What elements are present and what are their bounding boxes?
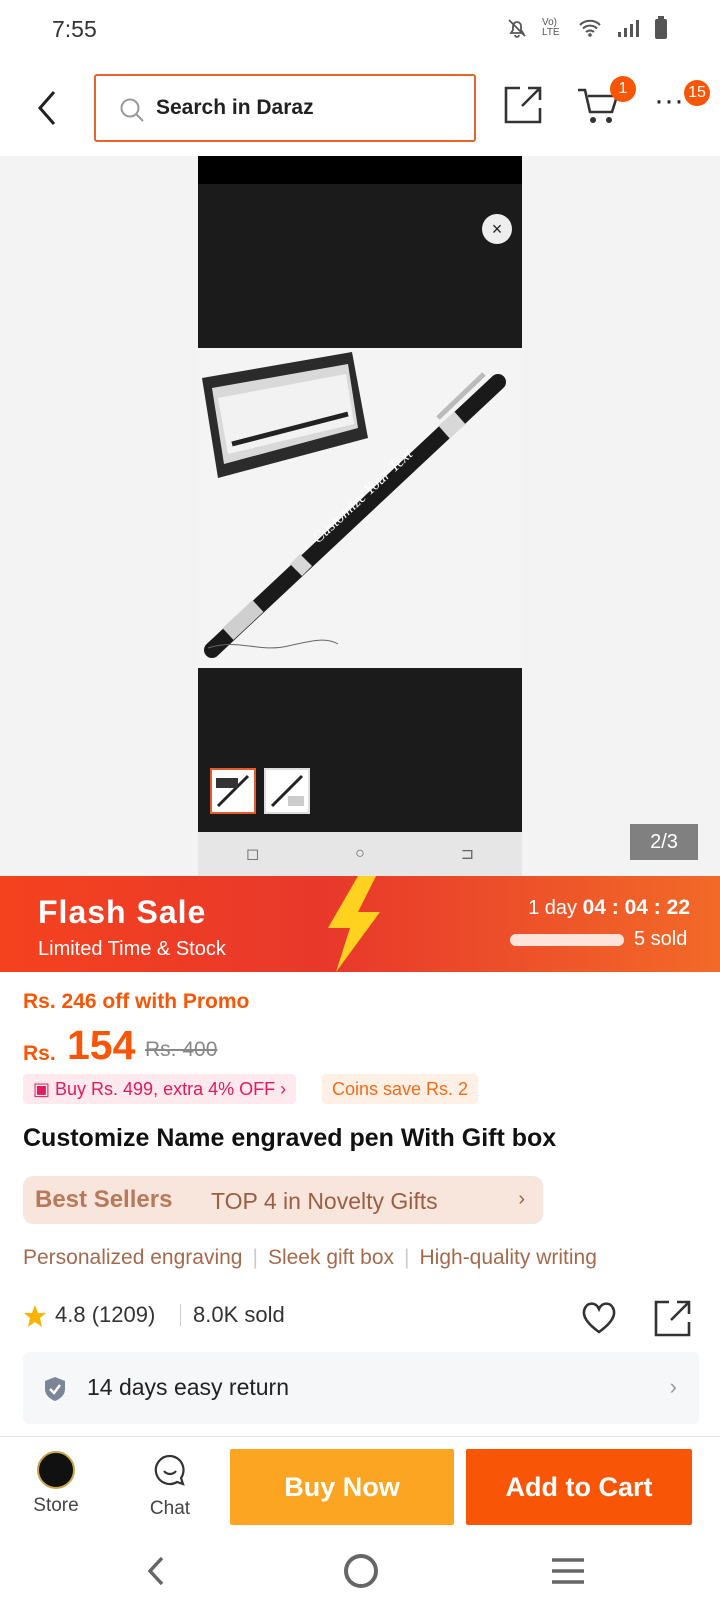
embedded-nav-bar: ◻ ○ ⊐ [198,832,522,876]
mute-icon [508,19,526,38]
system-menu-icon[interactable] [552,1556,584,1586]
rating-value[interactable]: 4.8 (1209) [55,1302,155,1328]
feature-tag: High-quality writing [419,1246,597,1269]
product-gallery[interactable]: × Customize Your Text ◻ ○ ⊐ 2/3 [0,156,720,876]
voucher-extra-off[interactable]: ▣ Buy Rs. 499, extra 4% OFF › [23,1074,297,1104]
close-icon[interactable]: × [482,214,512,244]
search-icon [120,98,144,122]
system-nav-bar [0,1534,720,1612]
buy-now-button[interactable]: Buy Now [230,1449,454,1525]
more-dots-icon: ··· [654,84,684,117]
status-time: 7:55 [52,16,97,42]
page-indicator: 2/3 [630,824,698,860]
chat-label: Chat [149,1498,191,1519]
cart-badge: 1 [610,76,636,102]
chevron-right-icon: › [518,1188,525,1210]
header: Search in Daraz 1 ··· 15 [0,60,720,156]
countdown-time: 04 : 04 : 22 [582,896,690,919]
back-arrow-icon[interactable] [28,86,68,130]
original-price: Rs. 400 [145,1038,218,1061]
countdown-days: 1 day [528,897,578,919]
price-value: 154 [67,1022,136,1068]
best-sellers-badge[interactable]: Best Sellers TOP 4 in Novelty Gifts › [23,1176,543,1224]
gallery-image[interactable]: × Customize Your Text ◻ ○ ⊐ [198,156,522,876]
heart-icon[interactable] [579,1298,619,1338]
chat-button[interactable]: Chat [134,1447,206,1525]
system-home-icon[interactable] [344,1554,378,1588]
coins-voucher[interactable]: Coins save Rs. 2 [322,1074,479,1104]
volte-icon: Vo) LTE [542,17,560,38]
status-bar: 7:55 Vo) LTE [0,0,720,60]
chevron-right-icon: › [275,1079,287,1099]
sold-progress-bar [510,934,624,946]
store-logo-icon [37,1451,75,1489]
status-icons: Vo) LTE [506,16,668,40]
feature-tag: Sleek gift box [267,1246,395,1269]
system-back-icon[interactable] [140,1554,174,1588]
share-icon[interactable] [502,84,544,126]
search-input[interactable]: Search in Daraz [94,74,476,142]
store-label: Store [33,1495,79,1516]
sold-label: 5 sold [634,928,688,950]
promo-text: Rs. 246 off with Promo [23,990,250,1013]
rating-row: 4.8 (1209) 8.0K sold [23,1298,699,1338]
returns-label: 14 days easy return [87,1374,290,1400]
chevron-right-icon: › [669,1374,677,1399]
flash-sale-banner[interactable]: Flash Sale Limited Time & Stock 1 day 04… [0,876,720,972]
pen-gift-box-image: Customize Your Text [202,352,506,658]
add-to-cart-button[interactable]: Add to Cart [466,1449,692,1525]
wifi-icon [579,19,601,37]
signal-icon [618,20,639,37]
search-placeholder: Search in Daraz [156,96,314,119]
sold-count: 8.0K sold [193,1302,285,1327]
bottom-action-bar: Store Chat Buy Now Add to Cart [0,1436,720,1534]
store-button[interactable]: Store [20,1447,92,1525]
flash-sale-title: Flash Sale [38,894,207,930]
product-title: Customize Name engraved pen With Gift bo… [23,1124,557,1152]
best-sellers-logo: Best Sellers [35,1186,173,1213]
product-photo: Customize Your Text [198,348,522,668]
star-icon [24,1305,46,1327]
shield-icon [45,1377,65,1401]
countdown-timer: 1 day 04 : 04 : 22 [528,896,690,920]
price-currency: Rs. [23,1042,56,1065]
chat-icon [154,1454,185,1486]
best-sellers-rank: TOP 4 in Novelty Gifts [211,1188,438,1214]
feature-tags: Personalized engraving | Sleek gift box | Hi… [23,1246,597,1269]
svg-text:Customize Your Text: Customize Your Text [309,445,416,547]
lightning-icon [328,876,380,972]
more-badge: 15 [684,80,710,106]
thumbnail-2[interactable] [264,768,310,814]
returns-policy[interactable]: 14 days easy return › [23,1352,699,1424]
feature-tag: Personalized engraving [23,1246,243,1269]
thumbnail-1[interactable] [210,768,256,814]
voucher-icon: ▣ [33,1079,56,1099]
flash-sale-subtitle: Limited Time & Stock [38,938,226,960]
more-options-button[interactable]: ··· 15 [654,80,710,128]
battery-icon [655,16,667,39]
cart-button[interactable]: 1 [576,76,636,126]
share-icon[interactable] [653,1298,693,1338]
